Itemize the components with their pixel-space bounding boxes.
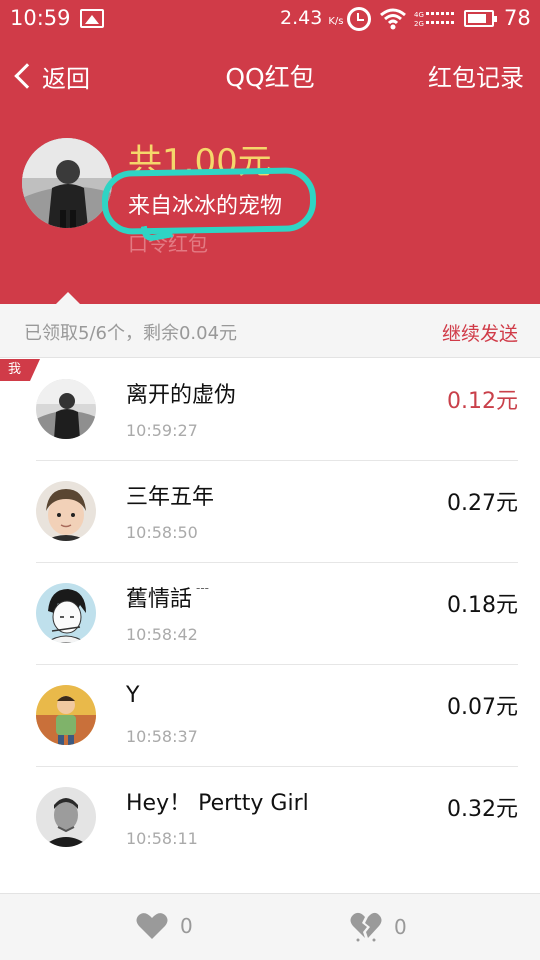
me-badge: 我 [0, 359, 40, 381]
claim-time: 10:58:50 [126, 523, 198, 542]
like-button[interactable]: 0 [136, 912, 193, 940]
list-item[interactable]: 舊情話 --- 10:58:42 0.18元 [0, 563, 540, 665]
list-item[interactable]: 三年五年 10:58:50 0.27元 [0, 461, 540, 563]
broken-heart-button[interactable]: 0 [350, 912, 407, 942]
broken-heart-icon [350, 912, 382, 942]
status-bar: 10:59 2.43 K/s 4G 2G 78 [0, 0, 540, 38]
highlight-annotation [101, 167, 317, 235]
recipient-list: 我 离开的虚伪 10:59:27 0.12元 三年五年 10:58:50 0.2… [0, 359, 540, 869]
wifi-icon [380, 8, 406, 30]
claim-time: 10:58:11 [126, 829, 198, 848]
pointer-triangle [56, 292, 80, 304]
claim-amount: 0.07元 [447, 695, 518, 720]
avatar[interactable] [36, 583, 96, 643]
claim-amount: 0.18元 [447, 593, 518, 618]
heart-icon [136, 913, 168, 939]
claim-time: 10:58:42 [126, 625, 198, 644]
summary-bar: 已领取5/6个，剩余0.04元 继续发送 [0, 292, 540, 358]
svg-text:4G: 4G [414, 11, 424, 19]
alarm-icon [347, 7, 371, 31]
claim-summary: 已领取5/6个，剩余0.04元 [24, 323, 238, 344]
svg-text:2G: 2G [414, 20, 424, 28]
recipient-name: 三年五年 [126, 485, 215, 510]
list-item[interactable]: Y 10:58:37 0.07元 [0, 665, 540, 767]
sender-avatar[interactable] [22, 138, 112, 228]
image-notification-icon [80, 9, 104, 28]
red-packet-header: 返回 QQ红包 红包记录 共1.00元 口令红包 来自冰冰的宠物 [0, 38, 540, 304]
recipient-name: Hey！ Pertty Girl [126, 791, 309, 816]
list-item[interactable]: Hey！ Pertty Girl 10:58:11 0.32元 [0, 767, 540, 869]
avatar[interactable] [36, 379, 96, 439]
network-speed: 2.43 K/s [280, 7, 344, 29]
claim-amount: 0.32元 [447, 797, 518, 822]
continue-send-button[interactable]: 继续发送 [442, 319, 518, 346]
status-time: 10:59 [10, 6, 71, 30]
red-packet-records-button[interactable]: 红包记录 [428, 58, 524, 93]
broken-heart-count: 0 [394, 915, 407, 939]
bottom-bar: 0 0 [0, 893, 540, 960]
recipient-name: Y [126, 683, 140, 708]
avatar[interactable] [36, 481, 96, 541]
claim-time: 10:58:37 [126, 727, 198, 746]
claim-amount: 0.12元 [447, 389, 518, 414]
claim-amount: 0.27元 [447, 491, 518, 516]
avatar[interactable] [36, 787, 96, 847]
list-item[interactable]: 我 离开的虚伪 10:59:27 0.12元 [0, 359, 540, 461]
claim-time: 10:59:27 [126, 421, 198, 440]
like-count: 0 [180, 914, 193, 938]
cellular-signal-icon: 4G 2G [414, 11, 454, 28]
avatar[interactable] [36, 685, 96, 745]
battery-icon [464, 10, 497, 27]
recipient-name: 离开的虚伪 [126, 383, 237, 408]
recipient-name: 舊情話 --- [126, 581, 210, 612]
battery-level: 78 [504, 6, 531, 30]
